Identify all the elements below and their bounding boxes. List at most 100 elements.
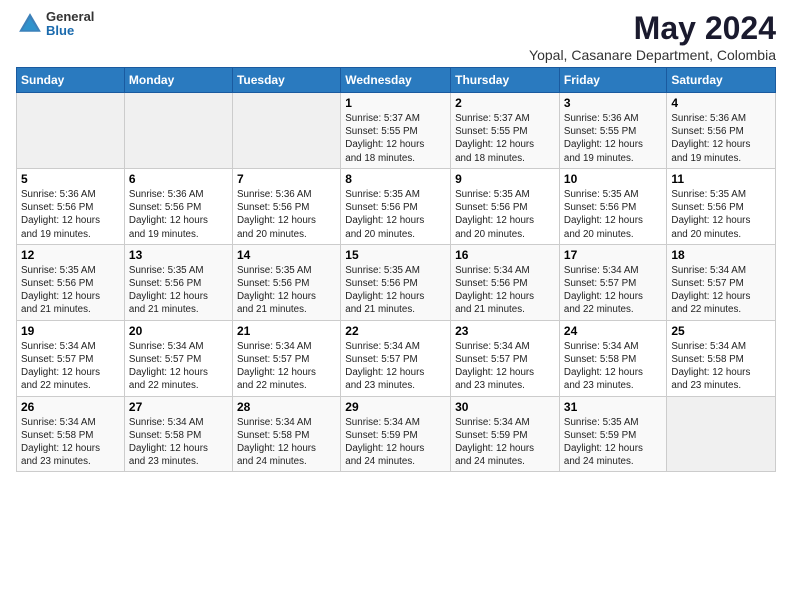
day-info: Sunrise: 5:34 AMSunset: 5:58 PMDaylight:…: [564, 340, 662, 393]
day-number: 25: [671, 324, 771, 338]
day-number: 31: [564, 400, 662, 414]
col-friday: Friday: [559, 68, 666, 93]
day-number: 9: [455, 172, 555, 186]
day-info: Sunrise: 5:37 AMSunset: 5:55 PMDaylight:…: [345, 112, 446, 165]
day-info: Sunrise: 5:34 AMSunset: 5:59 PMDaylight:…: [455, 416, 555, 469]
logo-blue: Blue: [46, 24, 94, 38]
cell-w5-d0: 26Sunrise: 5:34 AMSunset: 5:58 PMDayligh…: [17, 396, 125, 472]
col-wednesday: Wednesday: [341, 68, 451, 93]
day-info: Sunrise: 5:35 AMSunset: 5:56 PMDaylight:…: [345, 264, 446, 317]
day-info: Sunrise: 5:34 AMSunset: 5:56 PMDaylight:…: [455, 264, 555, 317]
day-info: Sunrise: 5:36 AMSunset: 5:56 PMDaylight:…: [237, 188, 336, 241]
day-info: Sunrise: 5:36 AMSunset: 5:55 PMDaylight:…: [564, 112, 662, 165]
day-number: 15: [345, 248, 446, 262]
cell-w3-d6: 18Sunrise: 5:34 AMSunset: 5:57 PMDayligh…: [667, 244, 776, 320]
day-number: 18: [671, 248, 771, 262]
header-row: Sunday Monday Tuesday Wednesday Thursday…: [17, 68, 776, 93]
cell-w4-d2: 21Sunrise: 5:34 AMSunset: 5:57 PMDayligh…: [232, 320, 340, 396]
day-number: 20: [129, 324, 228, 338]
col-thursday: Thursday: [451, 68, 560, 93]
cell-w2-d6: 11 Sunrise: 5:35 AMSunset: 5:56 PMDayligh…: [667, 168, 776, 244]
day-number: 8: [345, 172, 446, 186]
cell-w3-d0: 12Sunrise: 5:35 AMSunset: 5:56 PMDayligh…: [17, 244, 125, 320]
cell-w5-d3: 29 Sunrise: 5:34 AMSunset: 5:59 PMDayligh…: [341, 396, 451, 472]
cell-w1-d2: [232, 93, 340, 169]
day-number: 22: [345, 324, 446, 338]
day-number: 5: [21, 172, 120, 186]
day-number: 1: [345, 96, 446, 110]
day-number: 2: [455, 96, 555, 110]
cell-w3-d1: 13 Sunrise: 5:35 AMSunset: 5:56 PMDayligh…: [124, 244, 232, 320]
day-number: 7: [237, 172, 336, 186]
col-sunday: Sunday: [17, 68, 125, 93]
cell-w2-d3: 8 Sunrise: 5:35 AMSunset: 5:56 PMDaylight…: [341, 168, 451, 244]
cell-w4-d3: 22 Sunrise: 5:34 AMSunset: 5:57 PMDayligh…: [341, 320, 451, 396]
day-number: 29: [345, 400, 446, 414]
day-number: 10: [564, 172, 662, 186]
day-info: Sunrise: 5:34 AMSunset: 5:58 PMDaylight:…: [21, 416, 120, 469]
cell-w2-d2: 7 Sunrise: 5:36 AMSunset: 5:56 PMDaylight…: [232, 168, 340, 244]
week-row-2: 5 Sunrise: 5:36 AMSunset: 5:56 PMDaylight…: [17, 168, 776, 244]
logo: General Blue: [16, 10, 94, 39]
cell-w1-d0: [17, 93, 125, 169]
cell-w2-d0: 5 Sunrise: 5:36 AMSunset: 5:56 PMDaylight…: [17, 168, 125, 244]
day-info: Sunrise: 5:34 AMSunset: 5:57 PMDaylight:…: [21, 340, 120, 393]
col-monday: Monday: [124, 68, 232, 93]
day-info: Sunrise: 5:34 AMSunset: 5:59 PMDaylight:…: [345, 416, 446, 469]
day-number: 28: [237, 400, 336, 414]
cell-w2-d4: 9Sunrise: 5:35 AMSunset: 5:56 PMDaylight…: [451, 168, 560, 244]
day-info: Sunrise: 5:35 AMSunset: 5:59 PMDaylight:…: [564, 416, 662, 469]
day-info: Sunrise: 5:34 AMSunset: 5:58 PMDaylight:…: [237, 416, 336, 469]
day-info: Sunrise: 5:34 AMSunset: 5:57 PMDaylight:…: [455, 340, 555, 393]
header: General Blue May 2024 Yopal, Casanare De…: [16, 10, 776, 63]
day-number: 19: [21, 324, 120, 338]
logo-general: General: [46, 10, 94, 24]
col-saturday: Saturday: [667, 68, 776, 93]
day-number: 11: [671, 172, 771, 186]
day-info: Sunrise: 5:35 AMSunset: 5:56 PMDaylight:…: [345, 188, 446, 241]
cell-w4-d1: 20 Sunrise: 5:34 AMSunset: 5:57 PMDayligh…: [124, 320, 232, 396]
day-number: 16: [455, 248, 555, 262]
day-info: Sunrise: 5:37 AMSunset: 5:55 PMDaylight:…: [455, 112, 555, 165]
cell-w5-d5: 31 Sunrise: 5:35 AMSunset: 5:59 PMDayligh…: [559, 396, 666, 472]
day-info: Sunrise: 5:34 AMSunset: 5:57 PMDaylight:…: [345, 340, 446, 393]
day-info: Sunrise: 5:35 AMSunset: 5:56 PMDaylight:…: [237, 264, 336, 317]
day-number: 6: [129, 172, 228, 186]
title-block: May 2024 Yopal, Casanare Department, Col…: [529, 10, 776, 63]
cell-w3-d5: 17Sunrise: 5:34 AMSunset: 5:57 PMDayligh…: [559, 244, 666, 320]
day-info: Sunrise: 5:34 AMSunset: 5:57 PMDaylight:…: [129, 340, 228, 393]
day-number: 17: [564, 248, 662, 262]
cell-w1-d4: 2 Sunrise: 5:37 AMSunset: 5:55 PMDaylight…: [451, 93, 560, 169]
day-info: Sunrise: 5:35 AMSunset: 5:56 PMDaylight:…: [671, 188, 771, 241]
cell-w5-d2: 28 Sunrise: 5:34 AMSunset: 5:58 PMDayligh…: [232, 396, 340, 472]
col-tuesday: Tuesday: [232, 68, 340, 93]
day-info: Sunrise: 5:34 AMSunset: 5:58 PMDaylight:…: [129, 416, 228, 469]
day-number: 27: [129, 400, 228, 414]
day-number: 3: [564, 96, 662, 110]
day-number: 23: [455, 324, 555, 338]
day-number: 24: [564, 324, 662, 338]
cell-w4-d6: 25 Sunrise: 5:34 AMSunset: 5:58 PMDayligh…: [667, 320, 776, 396]
logo-icon: [16, 10, 44, 38]
cell-w1-d3: 1 Sunrise: 5:37 AMSunset: 5:55 PMDaylight…: [341, 93, 451, 169]
cell-w4-d0: 19 Sunrise: 5:34 AMSunset: 5:57 PMDayligh…: [17, 320, 125, 396]
cell-w3-d3: 15 Sunrise: 5:35 AMSunset: 5:56 PMDayligh…: [341, 244, 451, 320]
main-title: May 2024: [529, 10, 776, 47]
cell-w3-d4: 16 Sunrise: 5:34 AMSunset: 5:56 PMDayligh…: [451, 244, 560, 320]
day-info: Sunrise: 5:34 AMSunset: 5:57 PMDaylight:…: [237, 340, 336, 393]
day-info: Sunrise: 5:34 AMSunset: 5:58 PMDaylight:…: [671, 340, 771, 393]
calendar-body: 1 Sunrise: 5:37 AMSunset: 5:55 PMDaylight…: [17, 93, 776, 472]
day-info: Sunrise: 5:36 AMSunset: 5:56 PMDaylight:…: [21, 188, 120, 241]
cell-w4-d4: 23 Sunrise: 5:34 AMSunset: 5:57 PMDayligh…: [451, 320, 560, 396]
day-info: Sunrise: 5:35 AMSunset: 5:56 PMDaylight:…: [21, 264, 120, 317]
day-number: 13: [129, 248, 228, 262]
calendar-header: Sunday Monday Tuesday Wednesday Thursday…: [17, 68, 776, 93]
cell-w2-d1: 6 Sunrise: 5:36 AMSunset: 5:56 PMDaylight…: [124, 168, 232, 244]
day-info: Sunrise: 5:36 AMSunset: 5:56 PMDaylight:…: [129, 188, 228, 241]
day-number: 4: [671, 96, 771, 110]
day-info: Sunrise: 5:36 AMSunset: 5:56 PMDaylight:…: [671, 112, 771, 165]
cell-w5-d4: 30Sunrise: 5:34 AMSunset: 5:59 PMDayligh…: [451, 396, 560, 472]
cell-w2-d5: 10Sunrise: 5:35 AMSunset: 5:56 PMDayligh…: [559, 168, 666, 244]
page-container: General Blue May 2024 Yopal, Casanare De…: [0, 0, 792, 482]
day-info: Sunrise: 5:35 AMSunset: 5:56 PMDaylight:…: [129, 264, 228, 317]
